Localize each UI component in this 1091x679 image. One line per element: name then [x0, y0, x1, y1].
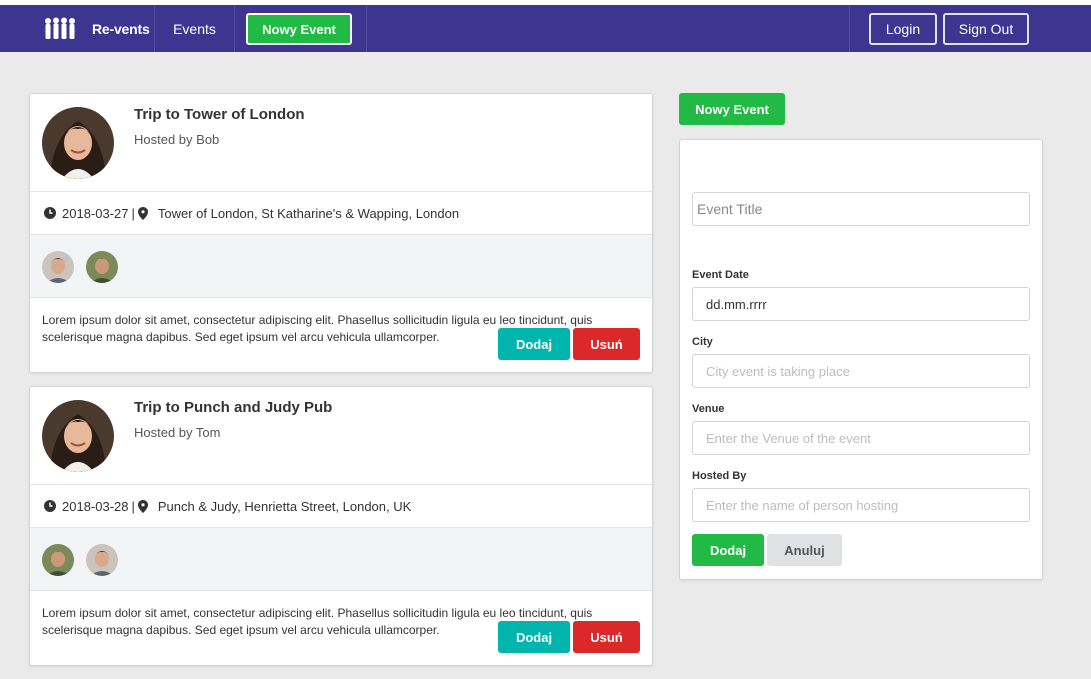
event-date: 2018-03-28 — [62, 498, 129, 514]
nav-brand[interactable]: Re-vents — [92, 21, 150, 37]
event-venue: Tower of London, St Katharine's & Wappin… — [157, 205, 460, 221]
event-form: Event Title Event Date dd.mm.rrrr City C… — [679, 139, 1043, 580]
event-card: Trip to Tower of London Hosted by Bob 20… — [29, 93, 653, 373]
attendee-list — [30, 528, 652, 591]
clock-icon — [44, 207, 56, 219]
login-button[interactable]: Login — [869, 13, 937, 45]
delete-button[interactable]: Usuń — [573, 621, 640, 653]
event-title-input[interactable]: Event Title — [692, 192, 1030, 226]
attendee-avatar[interactable] — [86, 251, 118, 283]
venue-label: Venue — [692, 403, 725, 415]
hosted-by-label: Hosted By — [692, 470, 747, 482]
city-input[interactable]: City event is taking place — [692, 354, 1030, 388]
cancel-button[interactable]: Anuluj — [767, 534, 842, 566]
attendee-avatar[interactable] — [42, 251, 74, 283]
event-meta: 2018-03-28 | Punch & Judy, Henrietta Str… — [30, 485, 652, 528]
submit-button[interactable]: Dodaj — [692, 534, 764, 566]
clock-icon — [44, 500, 56, 512]
event-date: 2018-03-27 — [62, 205, 129, 221]
event-card: Trip to Punch and Judy Pub Hosted by Tom… — [29, 386, 653, 666]
event-card-header: Trip to Punch and Judy Pub Hosted by Tom — [30, 387, 652, 485]
event-host: Hosted by Bob — [134, 132, 220, 147]
map-marker-icon — [137, 206, 148, 220]
hosted-by-input[interactable]: Enter the name of person hosting — [692, 488, 1030, 522]
event-host: Hosted by Tom — [134, 425, 221, 440]
host-avatar — [42, 107, 114, 179]
navbar: Re-vents Events Nowy Event Login Sign Ou… — [0, 5, 1091, 52]
event-title[interactable]: Trip to Punch and Judy Pub — [134, 399, 332, 416]
event-description-section: Lorem ipsum dolor sit amet, consectetur … — [30, 298, 652, 372]
nav-new-event-button[interactable]: Nowy Event — [246, 13, 352, 45]
city-label: City — [692, 336, 713, 348]
host-avatar — [42, 400, 114, 472]
people-icon — [45, 17, 75, 39]
attendee-list — [30, 235, 652, 298]
event-description-section: Lorem ipsum dolor sit amet, consectetur … — [30, 591, 652, 665]
new-event-button[interactable]: Nowy Event — [679, 93, 785, 125]
meta-separator: | — [131, 498, 135, 514]
event-date-label: Event Date — [692, 269, 749, 281]
event-date-input[interactable]: dd.mm.rrrr — [692, 287, 1030, 321]
event-meta: 2018-03-27 | Tower of London, St Kathari… — [30, 192, 652, 235]
nav-divider — [366, 5, 367, 52]
nav-events-link[interactable]: Events — [155, 5, 235, 52]
attendee-avatar[interactable] — [86, 544, 118, 576]
delete-button[interactable]: Usuń — [573, 328, 640, 360]
event-card-header: Trip to Tower of London Hosted by Bob — [30, 94, 652, 192]
map-marker-icon — [137, 499, 148, 513]
add-button[interactable]: Dodaj — [498, 621, 570, 653]
sign-out-button[interactable]: Sign Out — [943, 13, 1029, 45]
nav-home-link[interactable]: Re-vents — [0, 5, 155, 52]
nav-divider — [849, 5, 850, 52]
venue-input[interactable]: Enter the Venue of the event — [692, 421, 1030, 455]
event-title[interactable]: Trip to Tower of London — [134, 106, 305, 123]
meta-separator: | — [131, 205, 135, 221]
attendee-avatar[interactable] — [42, 544, 74, 576]
add-button[interactable]: Dodaj — [498, 328, 570, 360]
event-venue: Punch & Judy, Henrietta Street, London, … — [157, 498, 412, 514]
